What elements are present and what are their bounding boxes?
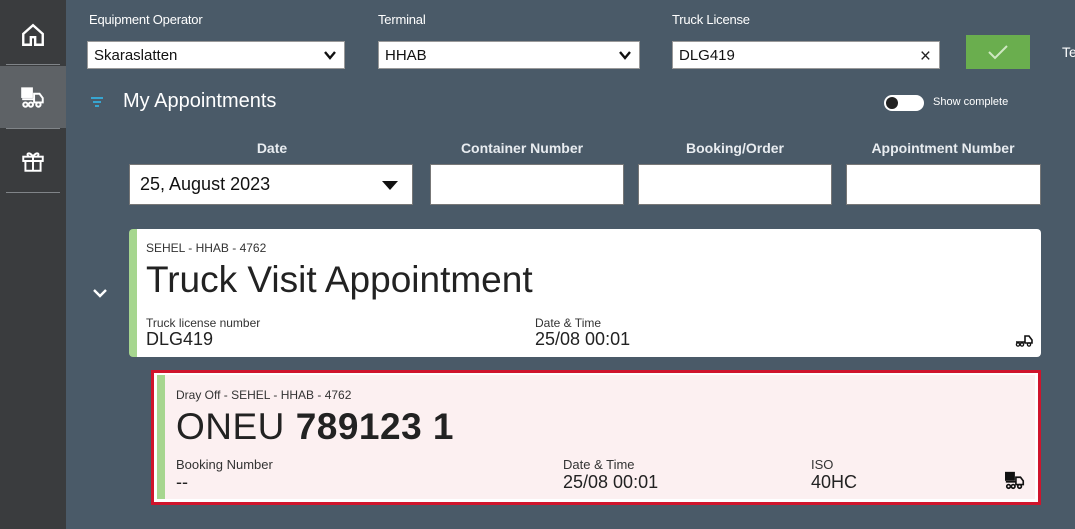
caret-down-icon [382,181,398,190]
container-breadcrumb: Dray Off - SEHEL - HHAB - 4762 [176,388,352,402]
booking-number-value: -- [176,472,188,492]
confirm-button[interactable] [966,35,1030,69]
operator-value: Skaraslatten [94,46,178,64]
chevron-down-icon[interactable] [92,287,108,299]
terminal-value: HHAB [385,46,427,64]
sidebar-divider [6,128,60,129]
appointments-nav-button[interactable] [0,66,66,128]
datetime-key: Date & Time [563,457,635,472]
gift-nav-button[interactable] [0,130,66,192]
truck-visit-title: Truck Visit Appointment [146,259,533,300]
truncated-label: Te [1062,44,1075,60]
truck-loader-icon [1005,471,1025,490]
date-column-header: Date [256,140,288,156]
filter-icon[interactable] [90,96,104,108]
checkmark-icon [988,45,1008,60]
container-appointment-body: Dray Off - SEHEL - HHAB - 4762 ONEU 7891… [157,375,1035,499]
booking-column-header: Booking/Order [685,140,784,156]
datetime-value: 25/08 00:01 [535,329,631,349]
home-button[interactable] [0,4,66,66]
iso-value: 40HC [811,472,858,492]
chevron-down-icon [324,51,336,60]
container-appointment-card[interactable]: Dray Off - SEHEL - HHAB - 4762 ONEU 7891… [151,370,1041,505]
toggle-knob [886,97,898,109]
show-complete-label: Show complete [933,96,1009,108]
truck-license-key: Truck license number [146,316,261,330]
operator-select[interactable]: Skaraslatten [87,41,345,69]
datetime-value: 25/08 00:01 [563,472,659,492]
truck-visit-card[interactable]: SEHEL - HHAB - 4762 Truck Visit Appointm… [129,229,1041,357]
clear-license-button[interactable]: × [920,46,931,68]
license-label: Truck License [672,12,750,27]
container-column-header: Container Number [460,140,584,156]
chevron-down-icon [619,51,631,60]
datetime-key: Date & Time [535,316,602,330]
booking-order-input[interactable] [638,164,832,205]
appointment-number-input[interactable] [846,164,1041,205]
license-value: DLG419 [679,46,735,64]
sidebar-divider [6,64,60,65]
terminal-label: Terminal [378,12,426,27]
appointment-column-header: Appointment Number [871,140,1015,156]
terminal-select[interactable]: HHAB [378,41,640,69]
truck-loader-icon [21,87,44,108]
page-title: My Appointments [123,90,277,112]
date-value: 25, August 2023 [140,174,271,194]
truck-license-value: DLG419 [146,329,214,349]
container-digits: 789123 1 [295,406,455,447]
show-complete-toggle[interactable] [884,95,924,111]
booking-number-key: Booking Number [176,457,273,472]
truck-visit-breadcrumb: SEHEL - HHAB - 4762 [146,241,267,255]
sidebar [0,0,66,529]
container-number-input[interactable] [430,164,624,205]
date-select[interactable]: 25, August 2023 [129,164,413,205]
license-input[interactable]: DLG419 × [672,41,940,69]
iso-key: ISO [811,457,834,472]
container-number: ONEU 789123 1 [176,406,454,448]
truck-icon [1015,335,1033,347]
home-icon [22,23,44,46]
sidebar-divider [6,192,60,193]
operator-label: Equipment Operator [89,12,203,27]
gift-icon [22,152,44,172]
container-prefix: ONEU [176,406,285,447]
